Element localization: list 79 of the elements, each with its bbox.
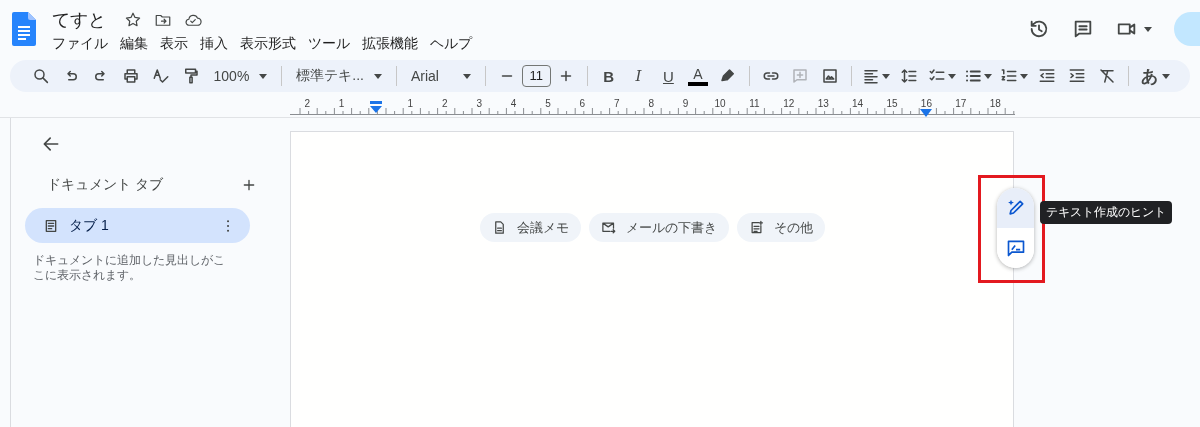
spellcheck-icon[interactable] <box>151 67 170 85</box>
menu-item[interactable]: 挿入 <box>194 34 234 54</box>
menu-item[interactable]: 表示形式 <box>234 34 302 54</box>
document-icon <box>43 217 59 234</box>
ruler-number: 11 <box>749 98 760 109</box>
back-arrow-icon[interactable] <box>41 134 61 154</box>
template-chip[interactable]: その他 <box>736 213 825 242</box>
tooltip: テキスト作成のヒント <box>1040 201 1172 224</box>
ruler-number: 5 <box>545 98 551 109</box>
comment-icon[interactable] <box>1072 18 1094 40</box>
caret-icon[interactable] <box>259 73 268 79</box>
ruler-number: 17 <box>955 98 967 109</box>
image-icon[interactable] <box>821 67 840 85</box>
template-chip[interactable]: メールの下書き <box>588 213 729 242</box>
text-color-button[interactable]: A <box>688 66 708 86</box>
pen-sparkle-icon <box>1005 198 1026 218</box>
ruler-number: 15 <box>886 98 898 109</box>
document-tab[interactable]: タブ 1 <box>25 208 250 243</box>
font-size-field[interactable]: 11 <box>521 65 551 87</box>
ruler-number: 9 <box>682 98 689 109</box>
menu-item[interactable]: 編集 <box>114 34 154 54</box>
template-chip[interactable]: 会議メモ <box>479 213 581 242</box>
ruler-number: 7 <box>614 98 620 109</box>
sidebar-note: ドキュメントに追加した見出しがここに表示されます。 <box>33 253 226 283</box>
ruler-number: 1 <box>338 98 345 109</box>
ruler-number: 6 <box>579 98 586 109</box>
ruler-number: 2 <box>442 98 448 109</box>
caret-icon[interactable] <box>462 73 471 79</box>
menu-item[interactable]: ツール <box>302 34 356 54</box>
writing-assist-button[interactable] <box>997 188 1034 228</box>
caret-icon[interactable] <box>374 73 382 79</box>
caret-icon[interactable] <box>1144 26 1152 32</box>
ruler-number: 18 <box>989 98 1001 109</box>
feedback-icon <box>1005 238 1026 258</box>
ruler-number: 4 <box>510 98 517 109</box>
ruler-number: 2 <box>304 98 310 109</box>
caret-icon[interactable] <box>984 73 993 79</box>
font-dropdown[interactable]: Arial <box>402 62 479 90</box>
feedback-button[interactable] <box>997 228 1034 268</box>
input-tools-button[interactable]: あ <box>1138 62 1160 90</box>
ruler-number: 10 <box>714 98 726 109</box>
search-icon[interactable] <box>31 67 50 85</box>
align-left-icon[interactable] <box>862 67 881 85</box>
menu-item[interactable]: 拡張機能 <box>356 34 424 54</box>
clear-formatting-icon[interactable] <box>1098 67 1117 85</box>
note-add-icon <box>748 220 764 235</box>
italic-button[interactable]: I <box>623 62 654 90</box>
caret-icon[interactable] <box>948 73 957 79</box>
history-icon[interactable] <box>1028 18 1050 40</box>
print-icon[interactable] <box>121 67 140 85</box>
line-spacing-icon[interactable] <box>900 67 919 85</box>
ruler-number: 14 <box>852 98 864 109</box>
increase-indent-icon[interactable] <box>1068 67 1087 85</box>
sidebar-heading: ドキュメント タブ <box>47 176 163 194</box>
menu-item[interactable]: ファイル <box>52 34 114 54</box>
decrease-indent-icon[interactable] <box>1038 67 1057 85</box>
ruler-number: 13 <box>817 98 829 109</box>
menu-item[interactable]: ヘルプ <box>424 34 478 54</box>
caret-icon[interactable] <box>1020 73 1029 79</box>
caret-icon[interactable] <box>882 73 891 79</box>
ruler-number: 16 <box>920 98 932 109</box>
ruler-number: 12 <box>783 98 795 109</box>
document-page[interactable]: 会議メモ メールの下書き その他 <box>290 131 1014 427</box>
docs-logo-icon[interactable] <box>12 12 36 46</box>
document-title[interactable]: てすと <box>52 8 106 32</box>
ruler-number: 8 <box>648 98 654 109</box>
ruler-number: 3 <box>476 98 482 109</box>
ruler-number: 1 <box>407 98 414 109</box>
left-indent-marker[interactable] <box>370 101 382 113</box>
caret-icon[interactable] <box>1161 73 1170 79</box>
mail-arrow-icon <box>600 220 616 235</box>
text-style-dropdown[interactable]: 標準テキ... <box>288 62 390 90</box>
star-icon[interactable] <box>124 11 142 29</box>
menu-item[interactable]: 表示 <box>154 34 194 54</box>
add-tab-icon[interactable] <box>241 177 257 193</box>
bold-button[interactable]: B <box>593 62 624 90</box>
zoom-dropdown[interactable]: 100% <box>205 62 276 90</box>
underline-button[interactable]: U <box>653 62 684 90</box>
right-indent-marker[interactable] <box>920 109 933 117</box>
